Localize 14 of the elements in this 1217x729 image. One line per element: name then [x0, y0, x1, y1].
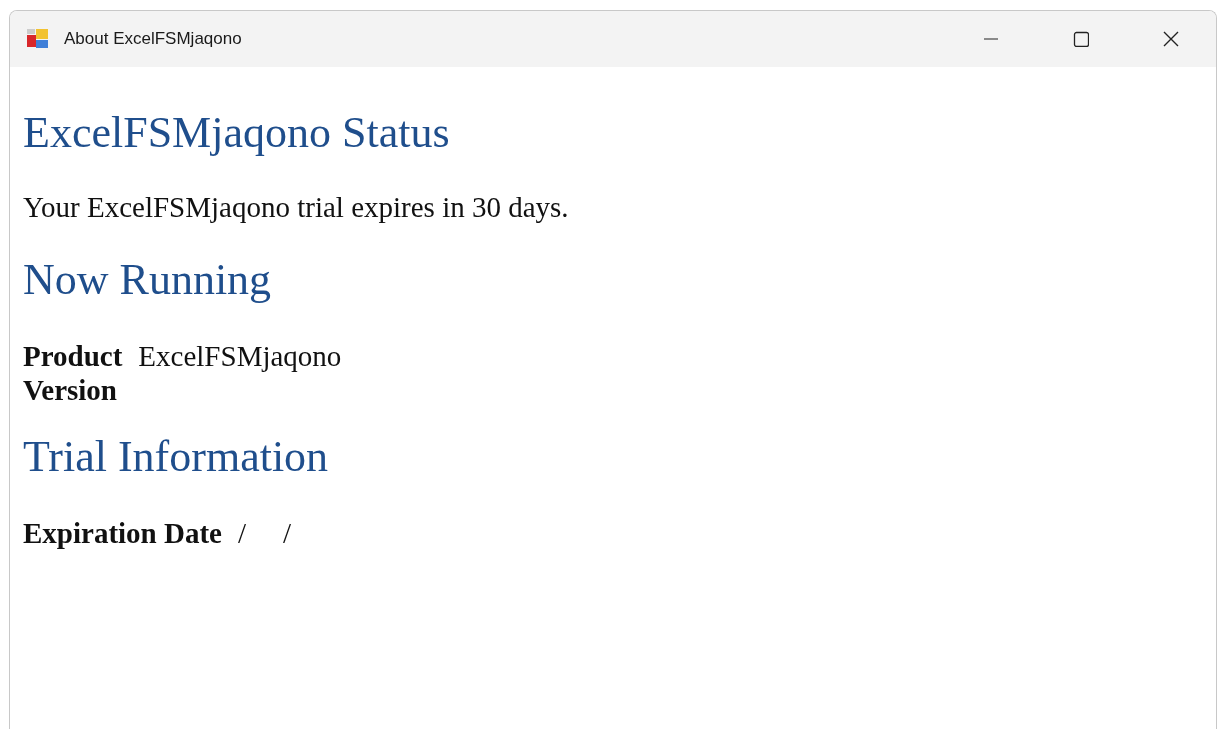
field-label: Version [23, 372, 117, 407]
field-label: Product [23, 338, 123, 373]
window-title: About ExcelFSMjaqono [64, 28, 242, 51]
field-value: ExcelFSMjaqono [138, 338, 342, 373]
field-label: Expiration Date [23, 515, 222, 550]
status-message: Your ExcelFSMjaqono trial expires in 30 days. [23, 190, 570, 225]
maximize-icon [1073, 31, 1089, 47]
minimize-icon [984, 38, 998, 40]
field-value: / / [237, 515, 292, 550]
section-heading: Now Running [23, 253, 273, 306]
app-icon [26, 28, 50, 50]
close-icon [1162, 30, 1180, 48]
section-heading: Trial Information [23, 430, 330, 483]
section-heading: ExcelFSMjaqono Status [23, 107, 451, 159]
